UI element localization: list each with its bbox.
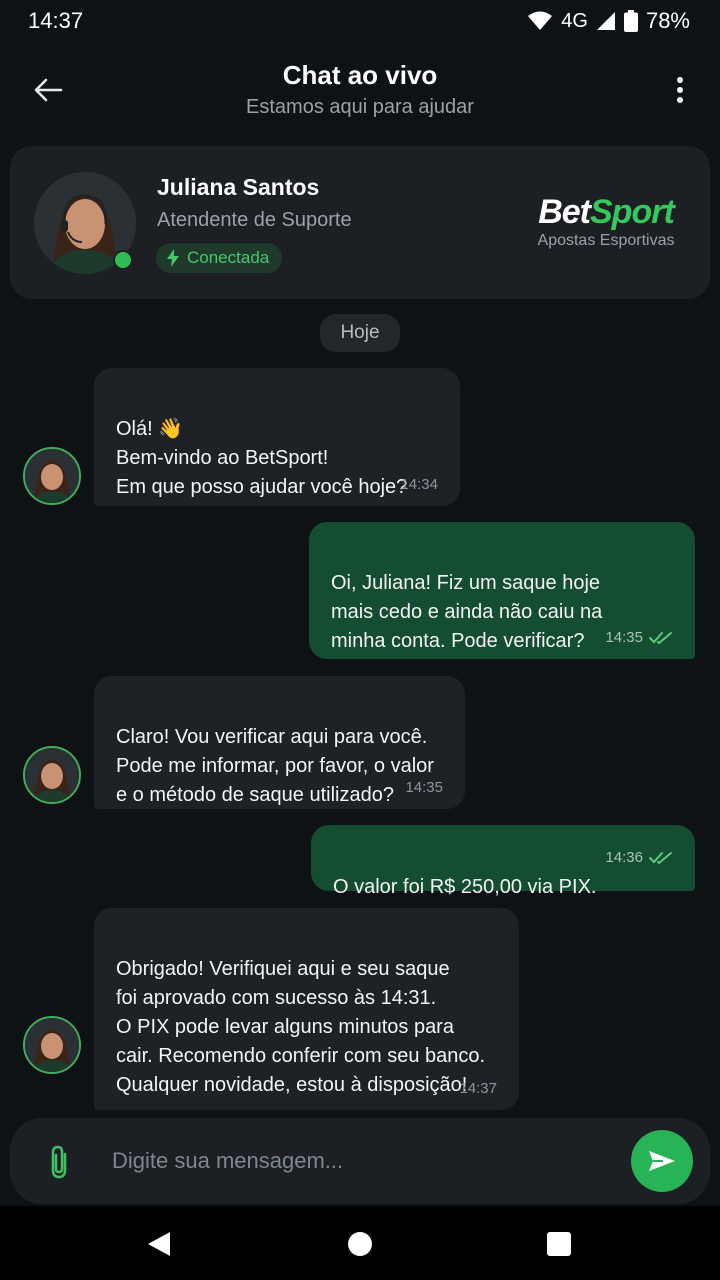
brand-wordmark: BetSport (518, 194, 694, 230)
nav-home-button[interactable] (344, 1228, 376, 1260)
lightning-icon (167, 249, 179, 267)
double-check-icon (649, 632, 672, 645)
message-bubble-incoming: Obrigado! Verifiquei aqui e seu saque fo… (94, 908, 519, 1110)
message-time: 14:34 (400, 476, 438, 493)
battery-level: 78% (645, 8, 690, 33)
page-subtitle: Estamos aqui para ajudar (246, 96, 474, 118)
message-text: O valor foi R$ 250,00 via PIX. (333, 876, 597, 898)
agent-message-avatar (23, 1016, 81, 1074)
agent-photo-icon (25, 748, 79, 802)
message-bubble-incoming: Claro! Vou verificar aqui para você. Pod… (94, 676, 465, 809)
brand-tagline: Apostas Esportivas (537, 232, 675, 249)
online-indicator (113, 250, 133, 270)
more-vertical-icon (677, 77, 683, 103)
nav-back-button[interactable] (143, 1228, 175, 1260)
send-icon (649, 1151, 675, 1171)
message-bubble-outgoing: O valor foi R$ 250,00 via PIX. 14:36 (311, 825, 695, 898)
message-composer (10, 1118, 710, 1204)
network-type: 4G (561, 9, 588, 32)
message-text: Claro! Vou verificar aqui para você. Pod… (116, 726, 434, 806)
message-time: 14:37 (459, 1080, 497, 1097)
page-title: Chat ao vivo (282, 60, 438, 90)
message-text: Olá! 👋 Bem-vindo ao BetSport! Em que pos… (116, 418, 408, 498)
agent-card: Juliana Santos Atendente de Suporte Cone… (10, 146, 710, 299)
nav-recents-icon (547, 1232, 571, 1256)
message-time: 14:35 (405, 779, 443, 796)
agent-message-avatar (23, 746, 81, 804)
agent-photo-icon (25, 449, 79, 503)
nav-recents-button[interactable] (543, 1228, 575, 1260)
message-bubble-incoming: Olá! 👋 Bem-vindo ao BetSport! Em que pos… (94, 368, 460, 506)
agent-role: Atendente de Suporte (157, 209, 352, 231)
attach-button[interactable] (42, 1142, 76, 1182)
message-text: Oi, Juliana! Fiz um saque hoje mais cedo… (331, 572, 603, 652)
system-nav-bar (0, 1206, 720, 1280)
wifi-icon (528, 11, 553, 30)
agent-name: Juliana Santos (157, 174, 320, 200)
nav-home-icon (348, 1232, 372, 1256)
paperclip-icon (51, 1145, 67, 1179)
brand-logo: BetSport Apostas Esportivas (518, 194, 694, 250)
battery-icon (623, 10, 638, 32)
message-text: Obrigado! Verifiquei aqui e seu saque fo… (116, 958, 486, 1096)
agent-message-avatar (23, 447, 81, 505)
message-input[interactable] (112, 1138, 612, 1184)
chat-header: Chat ao vivo Estamos aqui para ajudar (0, 42, 720, 138)
signal-icon (596, 12, 615, 30)
status-time: 14:37 (28, 8, 84, 33)
agent-photo-icon (25, 1018, 79, 1072)
date-separator: Hoje (320, 314, 400, 352)
send-button[interactable] (631, 1130, 693, 1192)
double-check-icon (649, 852, 672, 865)
brand-name-part1: Bet (538, 193, 591, 231)
brand-name-part2: Sport (590, 193, 675, 231)
message-time: 14:35 (605, 629, 673, 647)
message-time: 14:36 (605, 849, 673, 867)
more-options-button[interactable] (662, 70, 698, 110)
status-icons: 4G 78% (527, 8, 690, 34)
status-label: Conectada (187, 248, 270, 267)
message-bubble-outgoing: Oi, Juliana! Fiz um saque hoje mais cedo… (309, 522, 695, 659)
status-bar: 14:37 4G 78% (0, 0, 720, 42)
nav-back-icon (148, 1232, 170, 1256)
status-badge: Conectada (156, 243, 283, 273)
